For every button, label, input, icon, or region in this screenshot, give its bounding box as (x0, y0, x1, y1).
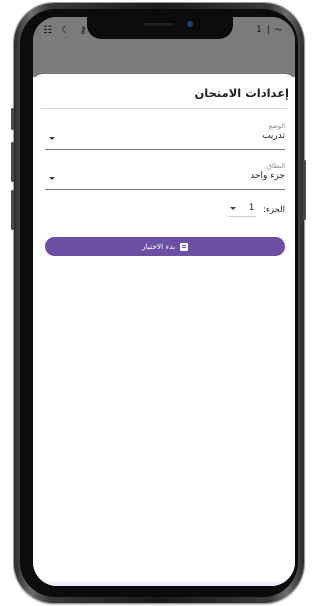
scope-label: النطاق (266, 162, 285, 170)
part-label: الجزء: (263, 204, 285, 215)
start-exam-button[interactable]: بدء الاختبار (45, 237, 285, 256)
grid-icon: ☷ (43, 25, 52, 36)
volume-up-button (11, 142, 14, 182)
document-icon (180, 242, 189, 251)
start-button-label: بدء الاختبار (141, 242, 176, 251)
exam-settings-sheet: إعدادات الامتحان الوضع تدريب النطاق جزء … (33, 74, 295, 586)
part-value: 1 (248, 203, 255, 213)
mode-label: الوضع (268, 122, 285, 130)
chevron-down-icon (49, 177, 55, 180)
title-divider (41, 108, 287, 109)
key-icon: ⚷ (79, 25, 87, 36)
scope-value: جزء واحد (250, 171, 285, 181)
part-dropdown[interactable]: 1 (228, 202, 257, 217)
moon-icon: ☾ (61, 25, 71, 36)
home-indicator (33, 582, 295, 586)
mute-switch (11, 108, 14, 130)
status-right-text: 1 | ⏦ (256, 25, 283, 35)
mode-underline (45, 149, 285, 150)
part-row: الجزء: 1 (228, 202, 285, 218)
mode-dropdown[interactable]: الوضع تدريب (45, 122, 285, 150)
scope-dropdown[interactable]: النطاق جزء واحد (45, 162, 285, 190)
chevron-down-icon (230, 207, 237, 210)
power-button (303, 160, 306, 220)
camera-icon (187, 21, 193, 27)
chevron-down-icon (49, 137, 55, 140)
speaker (143, 23, 173, 26)
notch (87, 17, 233, 39)
volume-down-button (11, 190, 14, 230)
sheet-title: إعدادات الامتحان (194, 86, 289, 100)
status-icons: ☷ ☾ ⚷ (43, 25, 93, 36)
mode-value: تدريب (262, 131, 285, 141)
scope-underline (45, 189, 285, 190)
screen: ☷ ☾ ⚷ 1 | ⏦ إعدادات الامتحان الوضع تدريب… (33, 17, 295, 586)
